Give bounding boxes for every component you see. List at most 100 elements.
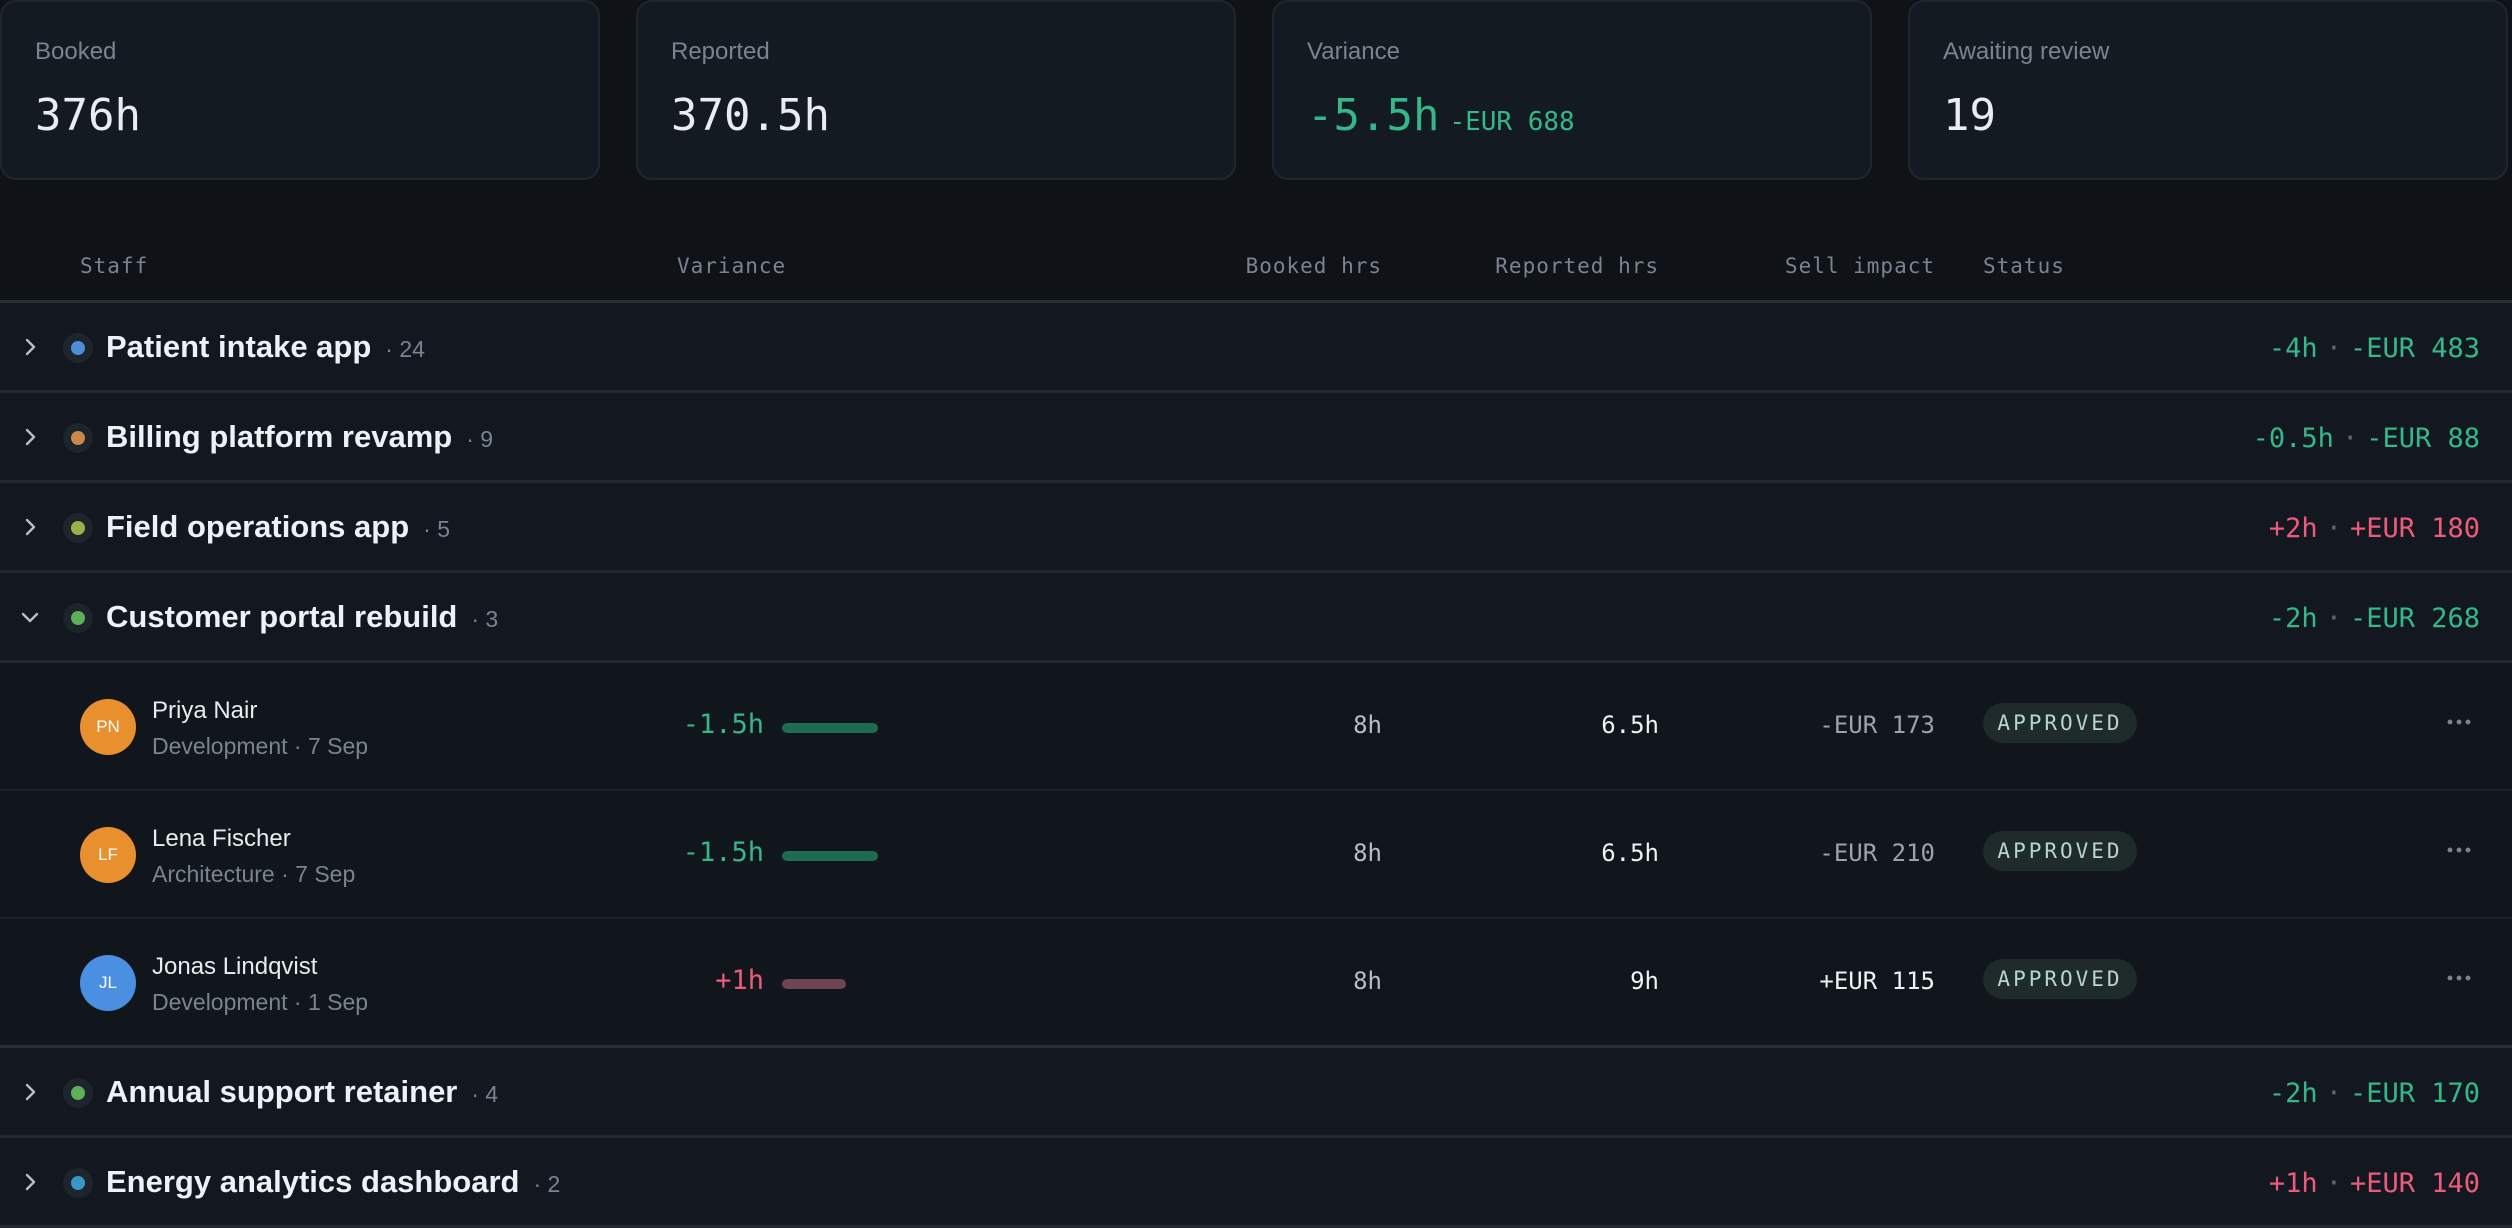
- project-variance-hours: +2h: [2268, 513, 2318, 544]
- avatar: LF: [80, 827, 136, 883]
- staff-role-date: Development · 1 Sep: [152, 989, 369, 1015]
- reported-hours: 6.5h: [1601, 711, 1659, 739]
- reported-hours: 9h: [1630, 967, 1659, 995]
- avatar: JL: [80, 955, 136, 1011]
- staff-role-date: Architecture · 7 Sep: [152, 861, 356, 887]
- project-group-row[interactable]: Patient intake app · 24 -4h · -EUR 483: [0, 303, 2512, 393]
- project-variance-hours: -0.5h: [2252, 423, 2334, 454]
- staff-name: Priya Nair: [152, 697, 258, 724]
- kpi-card-booked: Booked 376h: [0, 0, 600, 180]
- staff-role-date: Development · 7 Sep: [152, 733, 369, 759]
- kpi-label: Awaiting review: [1943, 38, 2110, 65]
- column-header-sell-impact[interactable]: Sell impact: [1785, 254, 1935, 278]
- kpi-value: 376h: [35, 90, 141, 141]
- project-name: Patient intake app · 24: [106, 329, 425, 365]
- project-member-count: · 5: [423, 516, 450, 542]
- booked-hours: 8h: [1353, 967, 1382, 995]
- more-options-icon[interactable]: [2444, 835, 2474, 865]
- kpi-value: -5.5h -EUR 688: [1307, 90, 1575, 148]
- separator-dot: ·: [2325, 513, 2342, 544]
- chevron-right-icon[interactable]: [18, 515, 42, 539]
- project-color-indicator: [63, 603, 93, 633]
- kpi-card-reported: Reported 370.5h: [636, 0, 1236, 180]
- status-badge: APPROVED: [1983, 959, 2137, 999]
- sell-impact: -EUR 210: [1819, 839, 1935, 867]
- kpi-value: 370.5h: [671, 90, 830, 141]
- project-color-dot: [71, 341, 85, 355]
- staff-variance: -1.5h: [682, 837, 764, 868]
- project-member-count: · 2: [533, 1171, 561, 1197]
- project-member-count: · 9: [466, 426, 494, 452]
- project-color-indicator: [63, 513, 93, 543]
- column-header-status[interactable]: Status: [1983, 254, 2065, 278]
- more-options-icon[interactable]: [2444, 963, 2474, 993]
- staff-name: Jonas Lindqvist: [152, 953, 318, 980]
- staff-row[interactable]: JL Jonas Lindqvist Development · 1 Sep +1h 8…: [0, 919, 2512, 1048]
- chevron-down-icon[interactable]: [18, 605, 42, 629]
- project-variance-hours: -2h: [2268, 1078, 2318, 1109]
- staff-variance: -1.5h: [682, 709, 764, 740]
- booked-hours: 8h: [1353, 711, 1382, 739]
- project-name: Energy analytics dashboard · 2: [106, 1164, 560, 1200]
- kpi-card-variance: Variance -5.5h -EUR 688: [1272, 0, 1872, 180]
- project-group-row[interactable]: Annual support retainer · 4 -2h · -EUR 170: [0, 1048, 2512, 1138]
- project-color-indicator: [63, 423, 93, 453]
- separator-dot: ·: [2325, 603, 2342, 634]
- project-variance-amount: -EUR 170: [2349, 1078, 2480, 1109]
- project-name-text: Field operations app: [106, 509, 410, 544]
- project-group-row[interactable]: Billing platform revamp · 9 -0.5h · -EUR 88: [0, 393, 2512, 483]
- project-variance-total: -4h · -EUR 483: [2269, 333, 2480, 364]
- column-header-booked[interactable]: Booked hrs: [1246, 254, 1382, 278]
- project-variance-total: +2h · +EUR 180: [2269, 513, 2480, 544]
- reported-hours: 6.5h: [1601, 839, 1659, 867]
- project-variance-hours: -2h: [2268, 603, 2318, 634]
- kpi-label: Reported: [671, 38, 770, 65]
- kpi-value: 19: [1943, 90, 1996, 141]
- project-color-dot: [71, 521, 85, 535]
- project-variance-total: -2h · -EUR 170: [2269, 1078, 2480, 1109]
- column-header-reported[interactable]: Reported hrs: [1495, 254, 1659, 278]
- project-name-text: Annual support retainer: [106, 1074, 458, 1109]
- chevron-right-icon[interactable]: [18, 1080, 42, 1104]
- project-variance-amount: +EUR 140: [2349, 1168, 2480, 1199]
- separator-dot: ·: [2325, 333, 2342, 364]
- project-name-text: Energy analytics dashboard: [106, 1164, 520, 1199]
- chevron-right-icon[interactable]: [18, 335, 42, 359]
- sell-impact: +EUR 115: [1819, 967, 1935, 995]
- project-name: Billing platform revamp · 9: [106, 419, 493, 455]
- sell-impact: -EUR 173: [1819, 711, 1935, 739]
- project-color-dot: [71, 1176, 85, 1190]
- project-color-dot: [71, 611, 85, 625]
- project-variance-amount: -EUR 268: [2349, 603, 2480, 634]
- status-badge: APPROVED: [1983, 831, 2137, 871]
- project-group-row[interactable]: Energy analytics dashboard · 2 +1h · +EUR 14…: [0, 1138, 2512, 1228]
- project-name: Field operations app · 5: [106, 509, 450, 545]
- separator-dot: ·: [2325, 1168, 2342, 1199]
- project-color-dot: [71, 1086, 85, 1100]
- kpi-card-awaiting-review: Awaiting review 19: [1908, 0, 2508, 180]
- column-header-variance[interactable]: Variance: [677, 254, 786, 278]
- project-member-count: · 4: [471, 1081, 499, 1107]
- project-variance-amount: -EUR 483: [2349, 333, 2480, 364]
- project-name-text: Customer portal rebuild: [106, 599, 458, 634]
- separator-dot: ·: [2341, 423, 2359, 454]
- project-color-indicator: [63, 1168, 93, 1198]
- project-member-count: · 24: [385, 336, 425, 362]
- project-member-count: · 3: [471, 606, 499, 632]
- kpi-variance-hours: -5.5h: [1307, 90, 1440, 141]
- project-color-indicator: [63, 333, 93, 363]
- column-header-staff[interactable]: Staff: [80, 254, 148, 278]
- project-name-text: Patient intake app: [106, 329, 372, 364]
- kpi-summary: Booked 376h Reported 370.5h Variance -5.…: [0, 0, 2512, 182]
- staff-row[interactable]: PN Priya Nair Development · 7 Sep -1.5h 8h 6.…: [0, 663, 2512, 791]
- project-variance-hours: -4h: [2268, 333, 2318, 364]
- chevron-right-icon[interactable]: [18, 1170, 42, 1194]
- project-group-row[interactable]: Field operations app · 5 +2h · +EUR 180: [0, 483, 2512, 573]
- project-name-text: Billing platform revamp: [106, 419, 453, 454]
- chevron-right-icon[interactable]: [18, 425, 42, 449]
- status-badge: APPROVED: [1983, 703, 2137, 743]
- more-options-icon[interactable]: [2444, 707, 2474, 737]
- staff-row[interactable]: LF Lena Fischer Architecture · 7 Sep -1.5h 8…: [0, 791, 2512, 919]
- project-group-row[interactable]: Customer portal rebuild · 3 -2h · -EUR 268: [0, 573, 2512, 663]
- staff-variance: +1h: [715, 965, 764, 996]
